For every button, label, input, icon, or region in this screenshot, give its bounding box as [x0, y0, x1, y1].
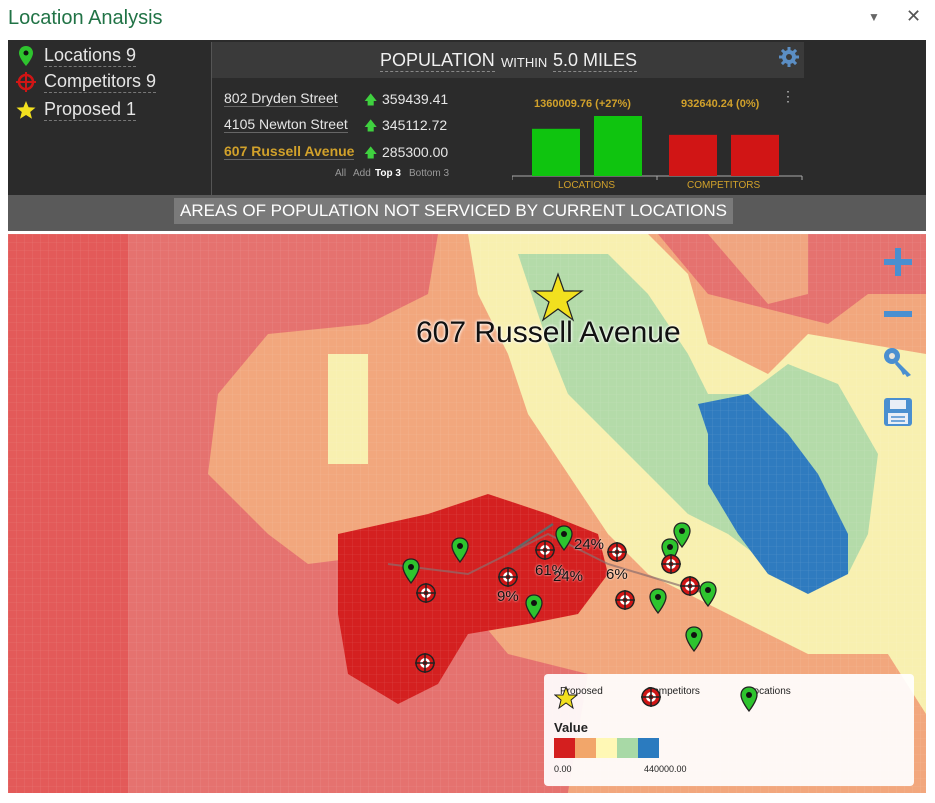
location-pin-icon — [740, 686, 758, 712]
arrow-up-icon: 🡅 — [364, 92, 378, 107]
gear-icon[interactable] — [778, 46, 800, 68]
location-pin-marker[interactable] — [525, 594, 543, 620]
legend-max-value: 440000.00 — [644, 764, 687, 774]
color-swatch — [638, 738, 659, 758]
location-pin-marker[interactable] — [555, 525, 573, 551]
arrow-up-icon: 🡅 — [364, 145, 378, 160]
legend-locations[interactable]: Locations 9 — [16, 44, 137, 68]
competitors-bar-proposed — [731, 134, 779, 176]
zoom-in-icon[interactable] — [882, 246, 916, 280]
legend-competitors-item: Competitors — [640, 686, 700, 707]
within-label: WITHIN — [501, 55, 548, 70]
population-value: 359439.41 — [382, 91, 449, 107]
competitor-marker[interactable] — [414, 652, 436, 674]
legend-proposed-item: Proposed — [554, 686, 603, 710]
competitors-total-label: 932640.24 (0%) — [681, 98, 760, 110]
filter-all[interactable]: All — [335, 168, 346, 179]
location-pin-marker[interactable] — [699, 581, 717, 607]
competitor-marker[interactable] — [534, 539, 556, 561]
proposed-location-label: 607 Russell Avenue — [416, 316, 681, 349]
location-pin-marker[interactable] — [402, 558, 420, 584]
color-swatch — [554, 738, 575, 758]
population-header: POPULATION WITHIN 5.0 MILES — [212, 42, 804, 78]
filter-add[interactable]: Add — [353, 168, 371, 179]
location-pin-marker[interactable] — [649, 588, 667, 614]
percent-label: 6% — [606, 566, 628, 583]
title-bar: Location Analysis ▼ ✕ — [0, 0, 935, 40]
value-color-scale — [554, 738, 659, 758]
population-bar-chart: 1360009.76 (+27%) 932640.24 (0%) LOCATIO… — [511, 92, 804, 195]
map-view[interactable]: 607 Russell Avenue 24% 61% 24% 6% 9% Pro… — [8, 234, 926, 793]
distance-selector[interactable]: 5.0 MILES — [553, 50, 638, 72]
competitor-marker[interactable] — [614, 589, 636, 611]
legend-locations-item: Locations — [740, 686, 791, 712]
arrow-up-icon: 🡅 — [364, 118, 378, 133]
zoom-out-icon[interactable] — [882, 298, 916, 332]
percent-label: 9% — [497, 588, 519, 605]
address-row[interactable]: 4105 Newton Street 🡅 345112.72 — [224, 114, 464, 136]
legend-competitors[interactable]: Competitors 9 — [16, 70, 157, 94]
competitor-marker[interactable] — [660, 553, 682, 575]
map-legend: Proposed Competitors Locations Value 0.0… — [544, 674, 914, 786]
locations-total-label: 1360009.76 (+27%) — [534, 98, 631, 110]
locations-category-label: LOCATIONS — [558, 180, 616, 191]
location-pin-icon — [16, 46, 36, 66]
layer-legend: Locations 9 Competitors 9 Proposed 1 — [8, 40, 208, 195]
percent-label: 24% — [553, 568, 584, 585]
legend-label: Proposed 1 — [44, 99, 137, 121]
legend-min-value: 0.00 — [554, 764, 572, 774]
star-icon — [16, 100, 36, 120]
competitor-marker[interactable] — [679, 575, 701, 597]
color-swatch — [596, 738, 617, 758]
heatmap-banner: AREAS OF POPULATION NOT SERVICED BY CURR… — [8, 195, 926, 231]
address-row-selected[interactable]: 607 Russell Avenue 🡅 285300.00 — [224, 141, 464, 163]
address-row[interactable]: 802 Dryden Street 🡅 359439.41 — [224, 88, 464, 110]
population-box: POPULATION WITHIN 5.0 MILES 802 Dryden S… — [211, 42, 804, 195]
competitor-marker[interactable] — [606, 541, 628, 563]
address-label: 4105 Newton Street — [224, 116, 348, 133]
banner-text: AREAS OF POPULATION NOT SERVICED BY CURR… — [174, 198, 733, 224]
competitors-category-label: COMPETITORS — [687, 180, 761, 191]
filter-bottom-3[interactable]: Bottom 3 — [409, 168, 449, 179]
legend-label: Locations 9 — [44, 45, 137, 67]
population-value: 345112.72 — [382, 117, 448, 133]
locations-bar-proposed — [594, 116, 642, 176]
population-title[interactable]: POPULATION — [380, 50, 495, 72]
legend-label: Competitors 9 — [44, 71, 157, 93]
percent-label: 24% — [574, 536, 605, 553]
address-label: 802 Dryden Street — [224, 90, 338, 107]
location-pin-marker[interactable] — [451, 537, 469, 563]
close-icon[interactable]: ✕ — [906, 6, 921, 27]
locations-bar-current — [532, 128, 580, 176]
location-pin-marker[interactable] — [685, 626, 703, 652]
key-icon[interactable] — [882, 346, 916, 380]
competitors-bar-current — [669, 134, 717, 176]
legend-value-title: Value — [554, 720, 588, 735]
competitor-target-icon — [16, 72, 36, 92]
competitor-marker[interactable] — [497, 566, 519, 588]
color-swatch — [575, 738, 596, 758]
save-icon[interactable] — [882, 396, 916, 430]
color-swatch — [617, 738, 638, 758]
summary-panel: Locations 9 Competitors 9 Proposed 1 POP… — [8, 40, 926, 195]
proposed-star-marker[interactable] — [532, 272, 584, 322]
filter-top-3[interactable]: Top 3 — [375, 168, 401, 179]
competitor-target-icon — [641, 687, 661, 707]
chevron-down-icon[interactable]: ▼ — [868, 10, 880, 24]
address-label: 607 Russell Avenue — [224, 143, 355, 160]
star-icon — [554, 686, 578, 710]
legend-proposed[interactable]: Proposed 1 — [16, 98, 137, 122]
window-title: Location Analysis — [8, 7, 163, 29]
competitor-marker[interactable] — [415, 582, 437, 604]
population-value: 285300.00 — [382, 144, 449, 160]
